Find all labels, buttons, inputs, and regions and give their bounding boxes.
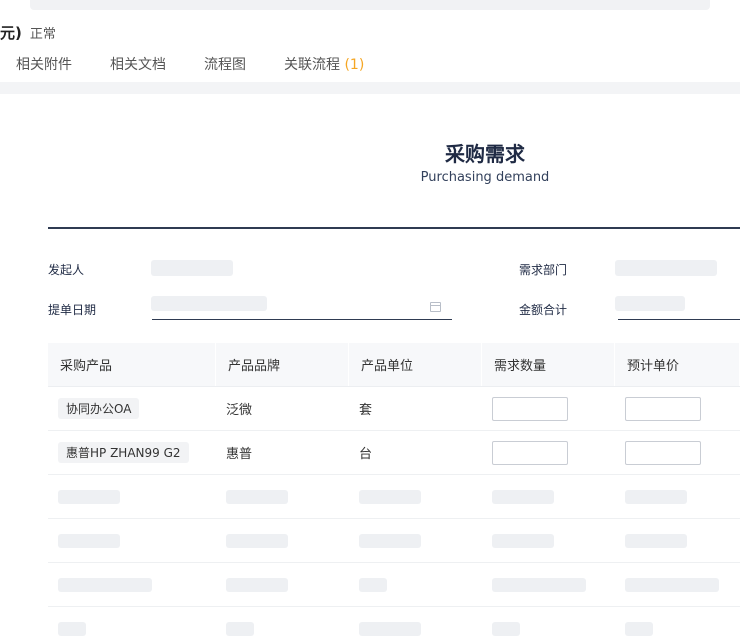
skeleton-bar xyxy=(58,621,86,636)
brand-cell: 泛微 xyxy=(226,403,253,418)
skeleton-cell xyxy=(48,519,216,562)
skeleton-cell xyxy=(216,475,349,518)
product-chip[interactable]: 惠普HP ZHAN99 G2 xyxy=(58,442,189,463)
product-table: 采购产品 产品品牌 产品单位 需求数量 预计单价 协同办公OA 泛微 套 惠普H… xyxy=(48,343,740,640)
skeleton-bar xyxy=(226,533,288,548)
skeleton-bar xyxy=(226,577,288,592)
title-divider xyxy=(48,227,740,229)
skeleton-cell xyxy=(615,519,740,562)
skeleton-cell xyxy=(349,475,482,518)
date-label: 提单日期 xyxy=(48,303,97,317)
skeleton-cell xyxy=(48,563,216,606)
price-input[interactable] xyxy=(625,396,701,421)
col-unit: 产品单位 xyxy=(349,343,482,386)
table-row: 协同办公OA 泛微 套 xyxy=(48,387,740,431)
quantity-cell xyxy=(482,431,615,474)
skeleton-bar xyxy=(58,489,120,504)
skeleton-bar xyxy=(226,621,254,636)
department-label: 需求部门 xyxy=(519,263,568,277)
department-value xyxy=(615,260,717,276)
skeleton-cell xyxy=(48,607,216,640)
skeleton-bar xyxy=(359,533,421,548)
unit-cell: 套 xyxy=(359,403,373,418)
skeleton-bar xyxy=(58,577,152,592)
quantity-input[interactable] xyxy=(492,440,568,465)
initiator-value xyxy=(151,260,233,276)
product-cell: 惠普HP ZHAN99 G2 xyxy=(48,431,216,474)
skeleton-bar xyxy=(625,621,653,636)
skeleton-cell xyxy=(615,475,740,518)
table-header: 采购产品 产品品牌 产品单位 需求数量 预计单价 xyxy=(48,343,740,387)
skeleton-cell xyxy=(349,563,482,606)
skeleton-cell xyxy=(216,563,349,606)
skeleton-bar xyxy=(359,577,387,592)
amount-suffix: 元) xyxy=(0,23,22,42)
tab-attachments[interactable]: 相关附件 xyxy=(16,54,72,74)
initiator-label: 发起人 xyxy=(48,263,85,277)
skeleton-bar xyxy=(625,489,687,504)
skeleton-bar xyxy=(492,577,586,592)
skeleton-row xyxy=(48,475,740,519)
skeleton-bar xyxy=(625,577,719,592)
col-quantity: 需求数量 xyxy=(482,343,615,386)
date-value xyxy=(151,296,267,311)
col-price: 预计单价 xyxy=(615,343,740,386)
status-row: 元) 正常 xyxy=(0,22,56,42)
skeleton-bar xyxy=(492,489,554,504)
amount-label: 金额合计 xyxy=(519,303,568,317)
amount-field xyxy=(618,319,740,320)
tab-flowchart[interactable]: 流程图 xyxy=(204,54,246,74)
skeleton-cell xyxy=(482,563,615,606)
skeleton-bar xyxy=(359,489,421,504)
amount-value xyxy=(615,296,685,311)
skeleton-cell xyxy=(349,607,482,640)
unit-cell: 台 xyxy=(359,447,373,462)
product-cell: 协同办公OA xyxy=(48,387,216,430)
brand-cell: 惠普 xyxy=(226,447,253,462)
skeleton-bar xyxy=(58,533,120,548)
calendar-icon[interactable] xyxy=(430,302,441,312)
form-subtitle: Purchasing demand xyxy=(420,170,550,185)
price-cell xyxy=(615,431,740,474)
skeleton-row xyxy=(48,607,740,640)
col-brand: 产品品牌 xyxy=(216,343,349,386)
skeleton-cell xyxy=(216,607,349,640)
quantity-cell xyxy=(482,387,615,430)
skeleton-cell xyxy=(482,475,615,518)
skeleton-bar xyxy=(492,533,554,548)
date-field[interactable] xyxy=(152,319,452,320)
skeleton-cell xyxy=(349,519,482,562)
section-divider xyxy=(0,82,740,94)
related-flows-count: (1) xyxy=(344,57,365,73)
skeleton-cell xyxy=(216,519,349,562)
skeleton-bar xyxy=(226,489,288,504)
skeleton-cell xyxy=(482,519,615,562)
skeleton-cell xyxy=(615,563,740,606)
top-input-placeholder xyxy=(30,0,710,10)
skeleton-bar xyxy=(359,621,421,636)
tab-bar: 相关附件 相关文档 流程图 关联流程 (1) xyxy=(16,54,402,74)
price-cell xyxy=(615,387,740,430)
tab-related-flows[interactable]: 关联流程 (1) xyxy=(284,54,364,74)
form-title: 采购需求 xyxy=(445,142,525,166)
skeleton-row xyxy=(48,563,740,607)
skeleton-cell xyxy=(482,607,615,640)
product-chip[interactable]: 协同办公OA xyxy=(58,398,140,419)
skeleton-cell xyxy=(615,607,740,640)
status-text: 正常 xyxy=(29,26,56,42)
skeleton-bar xyxy=(492,621,520,636)
skeleton-cell xyxy=(48,475,216,518)
skeleton-bar xyxy=(625,533,687,548)
tab-related-flows-label: 关联流程 xyxy=(284,57,340,73)
table-row: 惠普HP ZHAN99 G2 惠普 台 xyxy=(48,431,740,475)
price-input[interactable] xyxy=(625,440,701,465)
col-product: 采购产品 xyxy=(48,343,216,386)
skeleton-row xyxy=(48,519,740,563)
quantity-input[interactable] xyxy=(492,396,568,421)
tab-documents[interactable]: 相关文档 xyxy=(110,54,166,74)
